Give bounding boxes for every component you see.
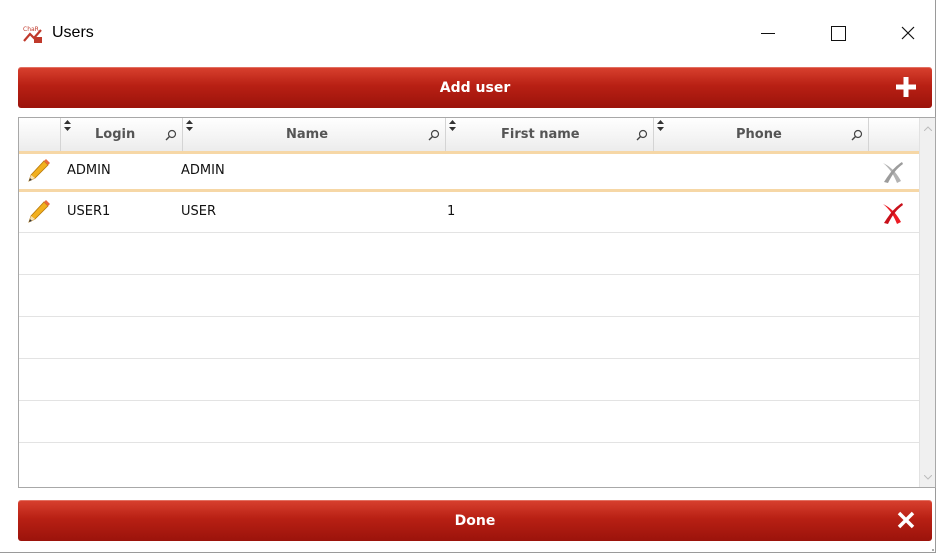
cell-name: ADMIN — [181, 163, 225, 178]
sort-icon[interactable] — [186, 120, 193, 131]
users-window: ChaR Users Add user Login Name First nam… — [0, 0, 936, 553]
column-header-edit — [19, 118, 61, 151]
resize-grip-icon[interactable] — [930, 547, 934, 551]
window-title: Users — [52, 24, 94, 41]
sort-icon[interactable] — [657, 120, 664, 131]
empty-row — [19, 318, 919, 359]
filter-search-icon[interactable] — [636, 129, 648, 141]
filter-search-icon[interactable] — [165, 129, 177, 141]
users-grid: Login Name First name Phone ADMIN ADMIN … — [18, 117, 936, 488]
done-label: Done — [454, 512, 496, 529]
grid-header: Login Name First name Phone — [19, 118, 919, 152]
maximize-button[interactable] — [815, 10, 861, 56]
column-header-delete — [869, 118, 919, 151]
column-label-name: Name — [286, 127, 329, 142]
column-label-first-name: First name — [501, 127, 580, 142]
title-bar[interactable]: ChaR Users — [0, 0, 935, 62]
pencil-edit-icon[interactable] — [24, 198, 52, 226]
minimize-button[interactable] — [745, 10, 791, 56]
filter-search-icon[interactable] — [428, 129, 440, 141]
empty-row — [19, 276, 919, 317]
add-user-label: Add user — [439, 79, 511, 96]
cell-first-name: 1 — [447, 204, 456, 219]
scroll-up-arrow-icon[interactable] — [920, 120, 935, 136]
cell-login: ADMIN — [67, 163, 111, 178]
window-close-button[interactable] — [885, 10, 931, 56]
table-row[interactable]: USER1 USER 1 — [19, 192, 919, 233]
column-header-first-name[interactable]: First name — [446, 118, 654, 151]
empty-row — [19, 360, 919, 401]
svg-text:ChaR: ChaR — [23, 26, 39, 33]
maximize-icon — [830, 25, 846, 41]
done-button[interactable]: Done — [18, 500, 932, 541]
sort-icon[interactable] — [449, 120, 456, 131]
pencil-edit-icon[interactable] — [24, 157, 52, 185]
cell-name: USER — [181, 204, 217, 219]
close-icon — [897, 511, 915, 529]
column-label-login: Login — [95, 127, 136, 142]
empty-row — [19, 234, 919, 275]
plus-icon — [896, 77, 916, 97]
delete-disabled-icon — [883, 162, 903, 183]
column-label-phone: Phone — [736, 127, 782, 142]
filter-search-icon[interactable] — [851, 129, 863, 141]
empty-row — [19, 444, 919, 485]
sort-icon[interactable] — [64, 120, 71, 131]
scroll-down-arrow-icon[interactable] — [920, 469, 935, 485]
close-icon — [901, 26, 915, 40]
table-row[interactable]: ADMIN ADMIN — [19, 151, 919, 192]
add-user-button[interactable]: Add user — [18, 67, 932, 108]
column-header-login[interactable]: Login — [61, 118, 183, 151]
empty-row — [19, 402, 919, 443]
delete-icon[interactable] — [879, 200, 905, 226]
column-header-phone[interactable]: Phone — [654, 118, 869, 151]
vertical-scrollbar[interactable] — [919, 118, 935, 487]
column-header-name[interactable]: Name — [183, 118, 446, 151]
cell-login: USER1 — [67, 204, 111, 219]
app-icon: ChaR — [22, 23, 44, 45]
minimize-icon — [761, 32, 775, 34]
